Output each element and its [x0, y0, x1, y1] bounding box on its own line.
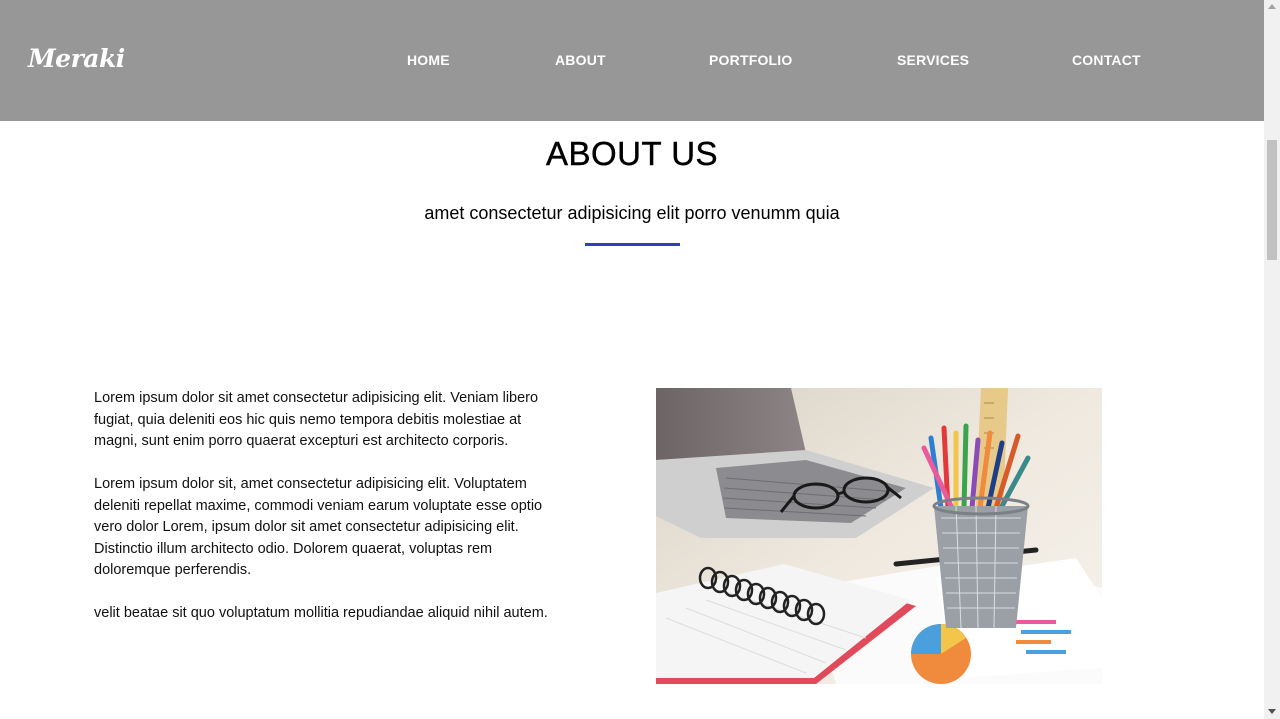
nav-link-about[interactable]: ABOUT: [555, 52, 606, 68]
navbar: Meraki HOME ABOUT PORTFOLIO SERVICES CON…: [0, 0, 1264, 121]
about-paragraph: Lorem ipsum dolor sit amet consectetur a…: [94, 390, 539, 449]
desk-photo-illustration: [656, 388, 1102, 684]
section-subtitle: amet consectetur adipisicing elit porro …: [424, 203, 840, 223]
site-logo[interactable]: Meraki: [28, 44, 125, 73]
nav-link-home[interactable]: HOME: [407, 52, 450, 68]
title-underline: [585, 243, 680, 246]
scroll-thumb[interactable]: [1267, 140, 1277, 260]
about-paragraph: Lorem ipsum dolor sit, amet consectetur …: [94, 476, 543, 578]
nav-link-services[interactable]: SERVICES: [897, 52, 969, 68]
section-title: ABOUT US: [545, 135, 719, 172]
scroll-up-icon[interactable]: [1268, 4, 1276, 9]
nav-link-portfolio[interactable]: PORTFOLIO: [709, 52, 792, 68]
pencil-cup: [934, 506, 1028, 628]
about-image: [656, 388, 1102, 684]
laptop-screen: [656, 388, 806, 460]
about-paragraph: velit beatae sit quo voluptatum mollitia…: [94, 605, 548, 621]
scroll-down-icon[interactable]: [1268, 709, 1276, 714]
about-text: Lorem ipsum dolor sit amet consectetur a…: [94, 388, 564, 646]
nav-link-contact[interactable]: CONTACT: [1072, 52, 1141, 68]
page-scrollbar[interactable]: [1264, 0, 1280, 719]
